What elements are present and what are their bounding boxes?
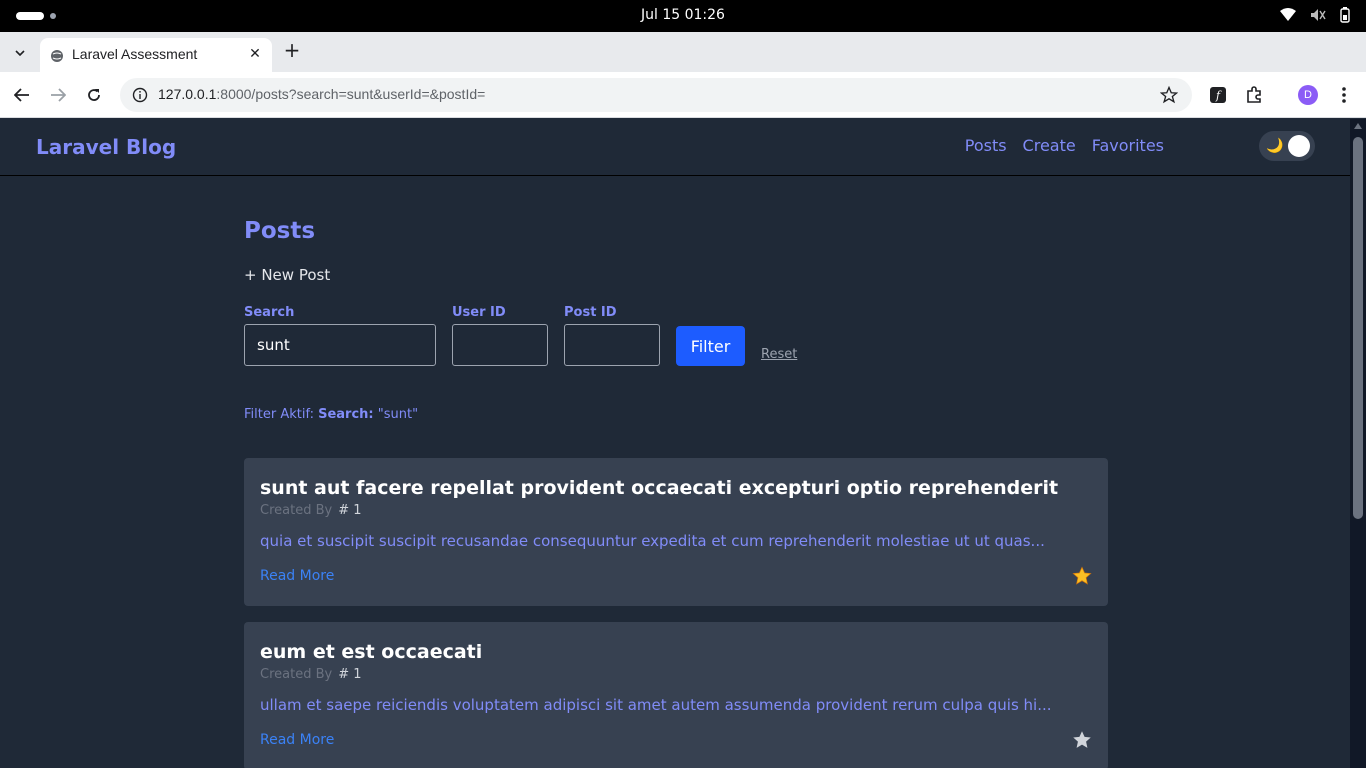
post-card: eum et est occaecati Created By # 1 ullam… [244, 622, 1108, 768]
filter-button[interactable]: Filter [676, 326, 745, 366]
active-filter-summary: Filter Aktif: Search: "sunt" [244, 407, 418, 422]
system-clock[interactable]: Jul 15 01:26 [0, 7, 1366, 23]
post-title[interactable]: eum et est occaecati [260, 641, 482, 663]
extension-icon[interactable]: f [1206, 83, 1230, 107]
url-text[interactable]: 127.0.0.1:8000/posts?search=sunt&userId=… [158, 86, 485, 102]
nav-link-favorites[interactable]: Favorites [1092, 136, 1164, 155]
nav-link-create[interactable]: Create [1023, 136, 1076, 155]
read-more-link[interactable]: Read More [260, 568, 334, 584]
post-author-id: # 1 [338, 503, 362, 518]
active-filter-key: Search: [318, 407, 374, 422]
brand-logo[interactable]: Laravel Blog [36, 135, 176, 159]
url-path: :8000/posts?search=sunt&userId=&postId= [216, 86, 486, 102]
reload-icon[interactable] [82, 83, 106, 107]
page-scrollbar[interactable] [1350, 119, 1366, 768]
scroll-up-arrow-icon[interactable] [1354, 123, 1362, 129]
toggle-knob [1288, 135, 1310, 157]
close-tab-icon[interactable]: ✕ [246, 45, 264, 63]
post-author-id: # 1 [338, 667, 362, 682]
globe-icon [50, 48, 64, 67]
tab-search-chevron-icon[interactable] [8, 41, 32, 65]
menu-icon[interactable] [1332, 83, 1356, 107]
active-filter-prefix: Filter Aktif: [244, 407, 314, 422]
post-id-label: Post ID [564, 305, 617, 320]
post-excerpt: ullam et saepe reiciendis voluptatem adi… [260, 696, 1052, 714]
post-meta: Created By # 1 [260, 667, 362, 682]
new-post-link[interactable]: + New Post [244, 266, 330, 284]
created-by-label: Created By [260, 503, 333, 518]
created-by-label: Created By [260, 667, 333, 682]
search-input[interactable] [244, 324, 436, 366]
nav-links: Posts Create Favorites [965, 136, 1164, 155]
forward-icon[interactable] [46, 83, 70, 107]
browser-tab-active[interactable]: Laravel Assessment ✕ [40, 38, 272, 72]
user-id-input[interactable] [452, 324, 548, 366]
wifi-icon [1280, 8, 1296, 22]
user-id-label: User ID [452, 305, 506, 320]
read-more-link[interactable]: Read More [260, 732, 334, 748]
moon-icon: 🌙 [1266, 138, 1284, 154]
mute-icon [1310, 8, 1326, 22]
post-title[interactable]: sunt aut facere repellat provident occae… [260, 477, 1058, 499]
bookmark-star-icon[interactable] [1159, 85, 1179, 108]
post-excerpt: quia et suscipit suscipit recusandae con… [260, 532, 1045, 550]
new-tab-icon[interactable]: + [282, 40, 302, 60]
battery-icon [1340, 7, 1350, 23]
back-icon[interactable] [10, 83, 34, 107]
scroll-thumb[interactable] [1353, 137, 1363, 519]
system-tray[interactable] [1280, 7, 1350, 23]
profile-avatar[interactable]: D [1298, 85, 1318, 105]
address-bar[interactable]: 127.0.0.1:8000/posts?search=sunt&userId=… [120, 78, 1192, 112]
tab-title: Laravel Assessment [72, 46, 198, 62]
nav-link-posts[interactable]: Posts [965, 136, 1007, 155]
site-info-icon[interactable] [132, 87, 148, 107]
puzzle-icon[interactable] [1242, 83, 1266, 107]
browser-tab-strip: Laravel Assessment ✕ + [0, 32, 1366, 72]
url-host: 127.0.0.1 [158, 86, 217, 102]
favorite-star-icon[interactable] [1072, 730, 1092, 754]
theme-toggle[interactable]: 🌙 [1259, 131, 1315, 161]
site-navbar: Laravel Blog Posts Create Favorites 🌙 [0, 119, 1350, 176]
reset-link[interactable]: Reset [761, 347, 797, 362]
search-label: Search [244, 305, 295, 320]
post-card: sunt aut facere repellat provident occae… [244, 458, 1108, 606]
page-viewport: Laravel Blog Posts Create Favorites 🌙 Po… [0, 119, 1366, 768]
active-filter-value: "sunt" [377, 407, 419, 422]
os-top-bar: Jul 15 01:26 [0, 0, 1366, 32]
favorite-star-icon[interactable] [1072, 566, 1092, 590]
page-title: Posts [244, 218, 316, 244]
browser-toolbar: 127.0.0.1:8000/posts?search=sunt&userId=… [0, 72, 1366, 118]
post-meta: Created By # 1 [260, 503, 362, 518]
post-id-input[interactable] [564, 324, 660, 366]
